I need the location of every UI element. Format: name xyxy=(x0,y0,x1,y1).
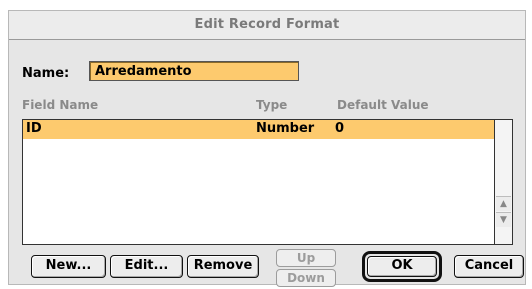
down-arrow-icon[interactable]: ▼ xyxy=(496,212,511,227)
up-button[interactable]: Up xyxy=(276,249,336,267)
field-list[interactable]: ID Number 0 ▲ ▼ xyxy=(22,119,513,245)
field-name-cell: ID xyxy=(26,121,42,136)
edit-record-format-dialog: Edit Record Format Name: Arredamento Fie… xyxy=(8,10,526,287)
name-input[interactable]: Arredamento xyxy=(89,61,299,81)
default-value-cell: 0 xyxy=(335,121,345,136)
new-button[interactable]: New... xyxy=(31,255,106,278)
column-header-default-value: Default Value xyxy=(337,98,429,112)
ok-button[interactable]: OK xyxy=(367,256,437,277)
down-button[interactable]: Down xyxy=(276,269,336,287)
column-header-type: Type xyxy=(256,98,288,112)
type-cell: Number xyxy=(256,121,315,136)
vertical-scrollbar[interactable]: ▲ ▼ xyxy=(494,120,512,244)
cancel-button[interactable]: Cancel xyxy=(454,255,524,278)
remove-button[interactable]: Remove xyxy=(187,255,259,278)
column-header-field-name: Field Name xyxy=(22,98,98,112)
field-name-header-text: Field Name xyxy=(22,98,99,112)
up-arrow-icon[interactable]: ▲ xyxy=(496,196,511,211)
table-row[interactable]: ID Number 0 xyxy=(23,120,496,139)
name-label: Name: xyxy=(22,66,70,81)
edit-button[interactable]: Edit... xyxy=(110,255,183,278)
dialog-title: Edit Record Format xyxy=(9,11,525,40)
